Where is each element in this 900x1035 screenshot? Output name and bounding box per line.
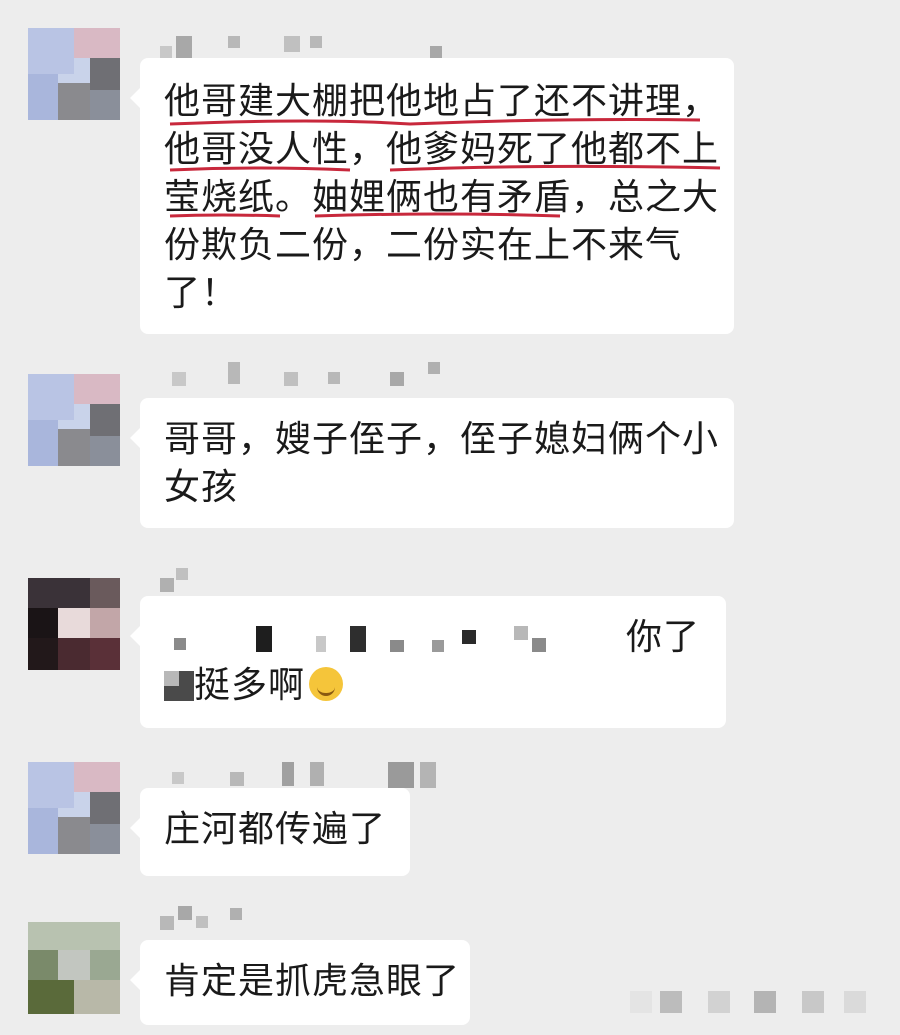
avatar[interactable] — [28, 578, 120, 670]
message-line: 庄河都传遍了 — [164, 809, 387, 850]
grin-emoji-icon — [309, 667, 344, 701]
message-line: 他哥没人性，他爹妈死了他都不上 — [164, 129, 720, 170]
message-line: 份欺负二份，二份实在上不来气 — [164, 225, 683, 266]
avatar[interactable] — [28, 28, 120, 120]
message-line: 莹烧纸。妯娌俩也有矛盾，总之大 — [164, 177, 720, 218]
message-bubble[interactable]: 哥哥，嫂子侄子，侄子媳妇俩个小 女孩 — [130, 398, 734, 528]
message-bubble[interactable]: 他哥建大棚把他地占了还不讲理， 他哥没人性，他爹妈死了他都不上 莹烧纸。妯娌俩也… — [130, 58, 734, 334]
mosaic-redaction — [164, 671, 194, 701]
message-bubble[interactable]: 庄河都传遍了 — [130, 788, 410, 876]
message-bubble[interactable]: 你了 挺多啊 — [130, 596, 726, 728]
sender-name-redacted — [160, 362, 460, 388]
message-line: 他哥建大棚把他地占了还不讲理， — [164, 81, 720, 122]
avatar[interactable] — [28, 922, 120, 1014]
sender-name-redacted — [160, 568, 220, 594]
watermark — [630, 983, 890, 1023]
message-line: 女孩 — [164, 467, 239, 508]
message-text-tail: 你了 — [626, 617, 701, 658]
sender-name-redacted — [160, 762, 460, 788]
avatar[interactable] — [28, 762, 120, 854]
chat-thread: 他哥建大棚把他地占了还不讲理， 他哥没人性，他爹妈死了他都不上 莹烧纸。妯娌俩也… — [0, 0, 900, 1035]
message-bubble[interactable]: 肯定是抓虎急眼了 — [130, 940, 470, 1025]
avatar[interactable] — [28, 374, 120, 466]
sender-name-redacted — [160, 906, 280, 932]
message-line: 了！ — [164, 273, 239, 314]
message-line: 肯定是抓虎急眼了 — [164, 961, 461, 1002]
message-line: 哥哥，嫂子侄子，侄子媳妇俩个小 — [164, 419, 720, 460]
